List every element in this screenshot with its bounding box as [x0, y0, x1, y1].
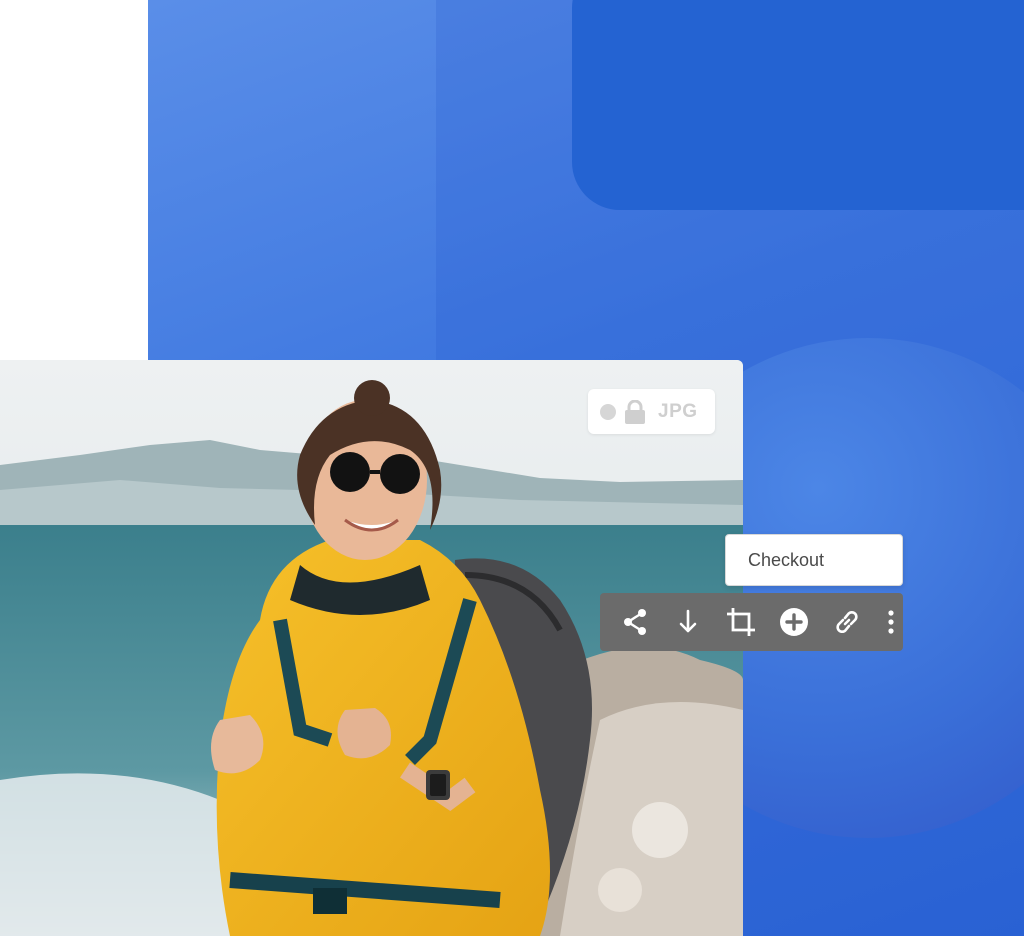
image-action-toolbar — [600, 593, 903, 651]
status-dot-icon — [600, 403, 616, 420]
background-rounded-shape — [572, 0, 1024, 210]
copy-link-button[interactable] — [832, 607, 862, 637]
share-icon — [624, 609, 646, 635]
checkout-button[interactable]: Checkout — [725, 534, 903, 586]
add-button[interactable] — [779, 607, 809, 637]
lock-icon — [625, 399, 645, 424]
more-vertical-icon — [888, 610, 894, 634]
crop-button[interactable] — [726, 607, 756, 637]
more-options-button[interactable] — [885, 607, 897, 637]
link-icon — [836, 610, 858, 634]
file-format-badge: JPG — [588, 389, 715, 434]
download-icon — [679, 609, 697, 633]
share-button[interactable] — [620, 607, 650, 637]
add-circle-icon — [780, 608, 808, 636]
crop-icon — [727, 608, 755, 636]
download-button[interactable] — [673, 607, 703, 637]
file-format-label: JPG — [658, 400, 698, 422]
